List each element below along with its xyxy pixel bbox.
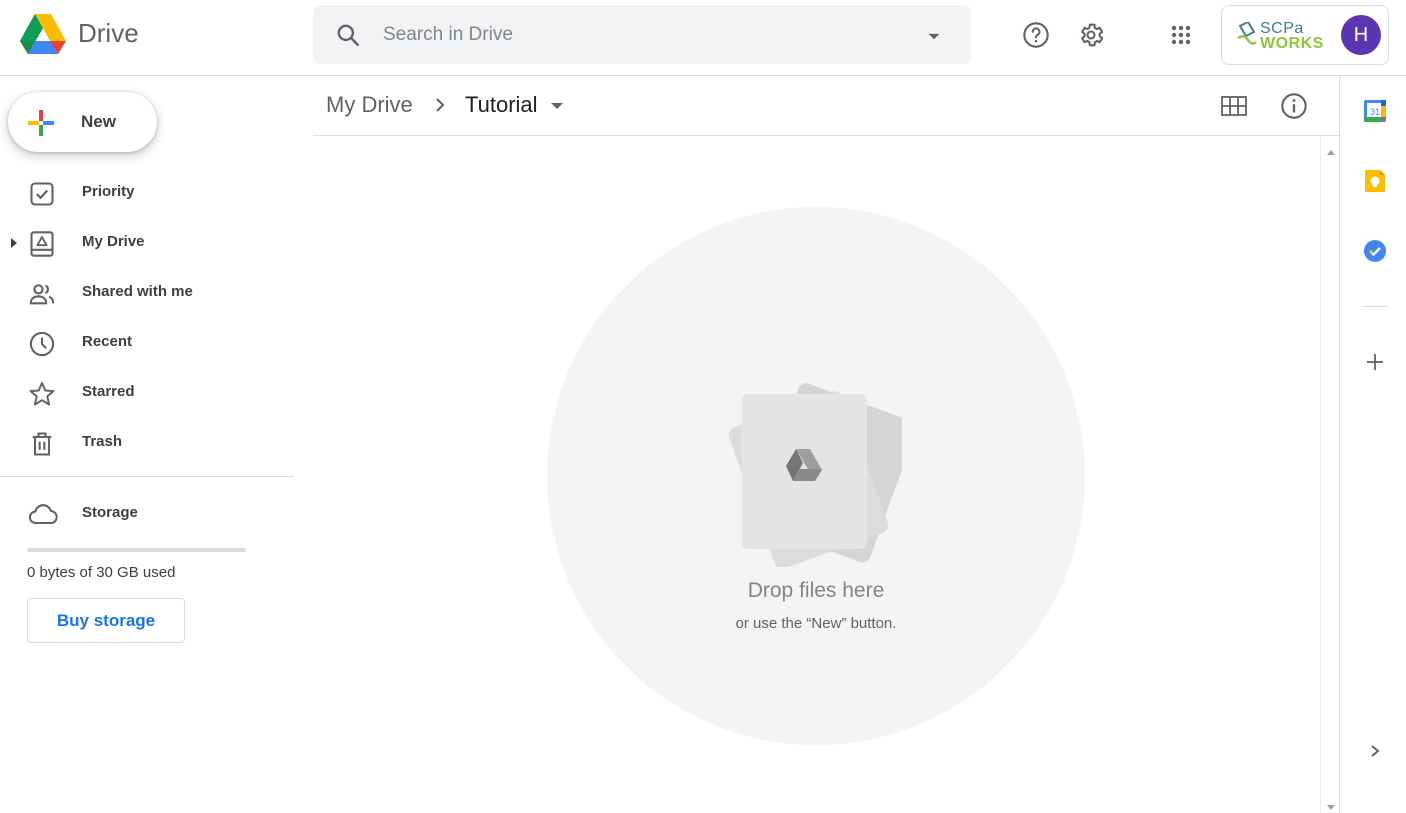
my-drive-icon [28,230,56,258]
side-panel-divider [1362,306,1388,307]
folder-menu-dropdown-icon[interactable] [549,98,565,114]
settings-gear-icon[interactable] [1071,15,1111,55]
sidebar-item-label: Storage [82,504,138,521]
multicolor-plus-icon [26,108,56,138]
add-addon-plus-icon[interactable] [1360,347,1390,377]
calendar-day-number: 31 [1370,107,1380,117]
search-icon[interactable] [335,22,361,48]
file-drop-area[interactable]: Drop files here or use the “New” button. [313,137,1321,813]
grid-view-icon[interactable] [1217,90,1251,122]
sidebar-item-label: Trash [82,433,123,450]
calendar-icon[interactable]: 31 [1360,96,1390,126]
search-input[interactable] [383,19,903,51]
empty-state-subtitle: or use the “New” button. [735,615,897,632]
sidebar-item-storage[interactable]: Storage [0,491,294,535]
tasks-icon[interactable] [1360,236,1390,266]
cloud-icon [28,501,58,529]
priority-icon [28,180,56,208]
sidebar-item-label: Recent [82,333,133,350]
info-icon[interactable] [1277,90,1311,122]
drive-app: Drive Search in Drive SCPa WORKS H New P… [0,0,1406,813]
scroll-down-arrow-icon[interactable] [1326,799,1336,810]
sidebar-item-trash[interactable]: Trash [0,420,294,464]
clock-icon [28,330,56,358]
side-panel: 31 [1339,76,1406,813]
search-options-dropdown-icon[interactable] [921,23,947,49]
empty-state-title: Drop files here [747,579,885,602]
drive-logo-icon[interactable] [20,14,66,56]
sidebar-item-label: My Drive [82,233,145,250]
star-icon [28,380,56,408]
app-title: Drive [78,18,139,48]
top-bar: Drive Search in Drive SCPa WORKS H [0,0,1406,76]
org-name-line2: WORKS [1260,35,1324,52]
sidebar-item-my-drive[interactable]: My Drive [0,220,294,264]
empty-state-circle: Drop files here or use the “New” button. [547,207,1085,745]
breadcrumb: My Drive Tutorial [313,76,1339,136]
new-button[interactable]: New [8,92,157,152]
storage-usage-text: 0 bytes of 30 GB used [27,564,176,581]
expand-panel-chevron-right-icon[interactable] [1360,736,1390,766]
avatar[interactable]: H [1341,15,1381,55]
storage-usage-bar [27,548,246,552]
expand-arrow-icon[interactable] [8,236,20,248]
keep-icon[interactable] [1360,166,1390,196]
organization-logo: SCPa WORKS [1236,18,1328,52]
help-icon[interactable] [1016,15,1056,55]
sidebar-item-label: Starred [82,383,135,400]
search-bar[interactable] [313,5,971,64]
main-content: My Drive Tutorial Drop files here or use… [313,76,1339,813]
sidebar-item-priority[interactable]: Priority [0,170,294,214]
breadcrumb-my-drive[interactable]: My Drive [326,92,413,118]
scroll-up-arrow-icon[interactable] [1326,143,1336,155]
breadcrumb-current-folder[interactable]: Tutorial [465,92,538,118]
apps-grid-icon[interactable] [1161,15,1201,55]
trash-icon [28,430,56,458]
sidebar-item-label: Priority [82,183,135,200]
shared-people-icon [28,280,56,308]
new-button-label: New [81,112,116,131]
sidebar-item-label: Shared with me [82,283,193,300]
sidebar: New Priority My Drive Shared with me Rec… [0,76,294,813]
sidebar-divider [0,476,294,477]
sidebar-item-starred[interactable]: Starred [0,370,294,414]
sidebar-item-shared-with-me[interactable]: Shared with me [0,270,294,314]
account-switcher[interactable]: SCPa WORKS H [1221,5,1389,65]
buy-storage-button[interactable]: Buy storage [27,598,185,643]
vertical-scrollbar[interactable] [1320,137,1339,813]
chevron-right-icon [431,96,449,114]
sidebar-item-recent[interactable]: Recent [0,320,294,364]
drive-files-illustration-icon [722,377,917,569]
